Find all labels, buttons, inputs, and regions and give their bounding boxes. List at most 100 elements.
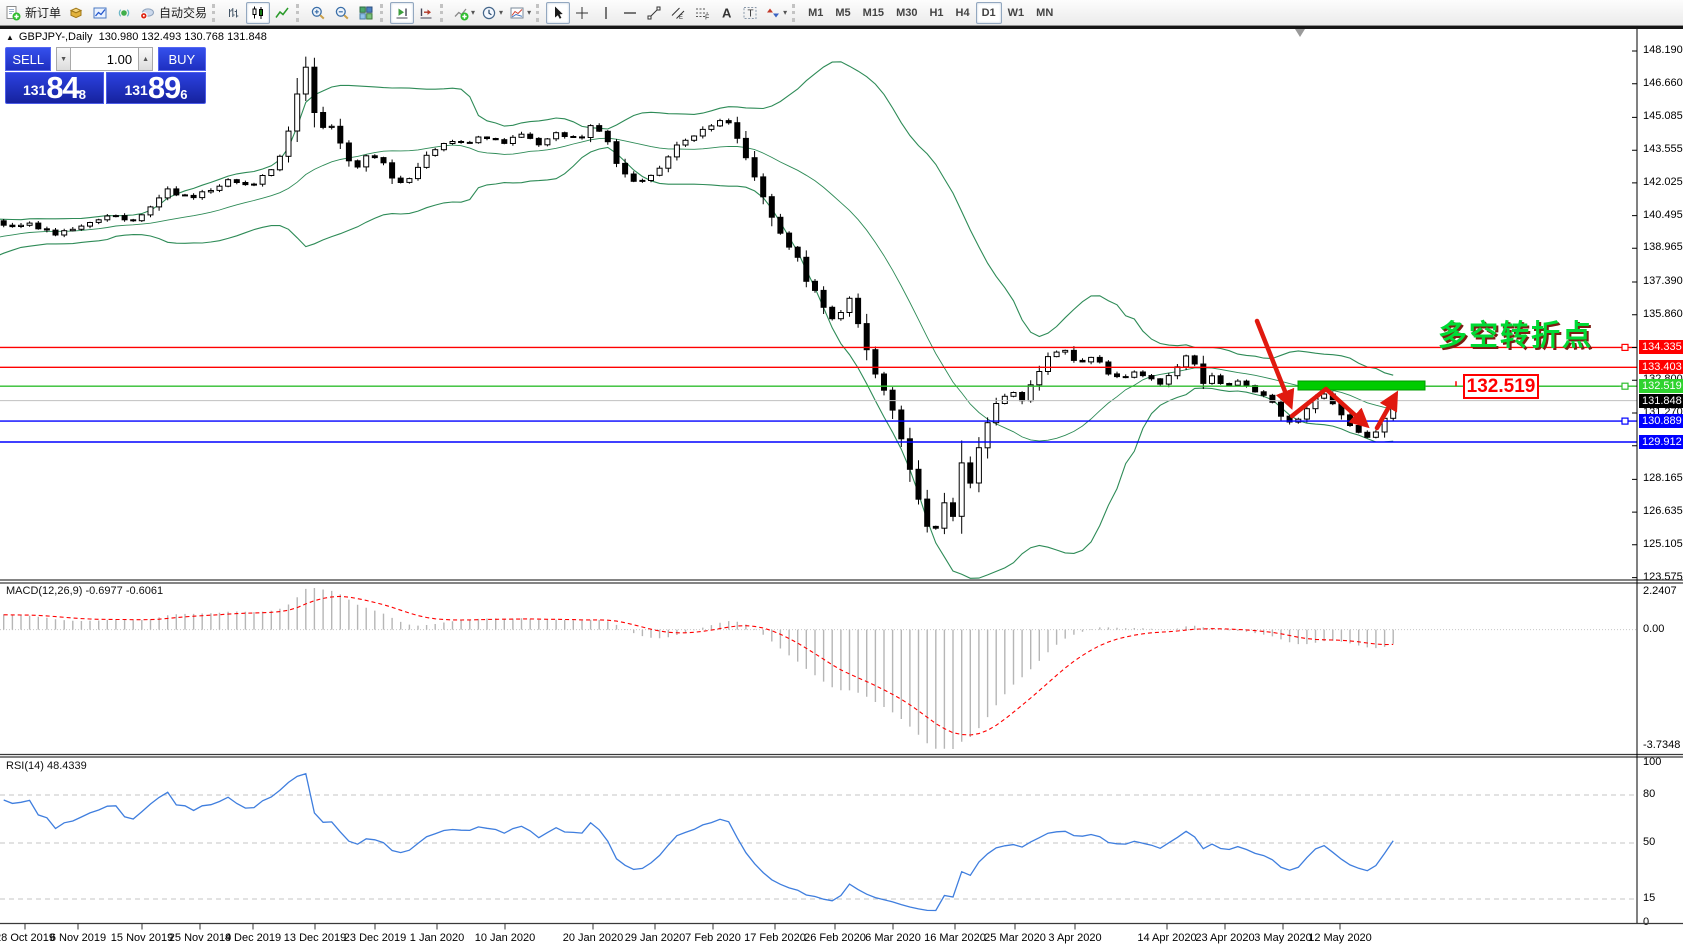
bars-icon [229, 7, 239, 18]
sell-price-prefix: 131 [22, 82, 47, 98]
signals-button[interactable] [112, 2, 136, 24]
candles [0, 56, 1397, 535]
symbols-button[interactable] [64, 2, 88, 24]
horizontal-line-button[interactable] [618, 2, 642, 24]
horizontal-level-lines[interactable] [0, 343, 1637, 443]
text-button[interactable] [714, 2, 738, 24]
timeframe-m1[interactable]: M1 [802, 2, 829, 24]
autoscroll-icon [395, 7, 409, 19]
chart-ohlc-values: 130.980 132.493 130.768 131.848 [98, 31, 267, 43]
auto-scroll-button[interactable] [390, 1, 415, 24]
zoom-out-button[interactable] [330, 2, 354, 24]
buy-price-big: 89 [147, 72, 181, 104]
application-window: E F A T 新订单自动交易▾▾▾▾M1M5M15M30H1H4D1W1MN … [0, 0, 1683, 949]
bar-chart-button[interactable] [222, 2, 246, 24]
shift-icon [419, 7, 433, 19]
zoomin-icon [311, 5, 325, 20]
volume-decrease-button[interactable]: ▼ [56, 47, 72, 71]
tile-icon [359, 6, 373, 19]
volume-input[interactable] [71, 47, 139, 71]
rsi-indicator-label: RSI(14) 48.4339 [6, 760, 87, 772]
volume-increase-button[interactable]: ▲ [138, 47, 154, 71]
template-icon [510, 7, 524, 18]
timeframe-m5[interactable]: M5 [829, 2, 856, 24]
timeframe-m15-label: M15 [862, 6, 885, 19]
candlestick-chart-button[interactable] [246, 1, 271, 24]
sell-price[interactable]: 131 84 8 [5, 72, 104, 104]
timeframe-w1-label: W1 [1007, 6, 1025, 19]
sell-price-sup: 8 [78, 87, 87, 102]
neworder-icon [6, 5, 21, 21]
fibonacci-button[interactable] [690, 2, 714, 24]
turning-point-annotation[interactable]: 多空转折点 [1438, 312, 1593, 354]
timeframe-m1-label: M1 [808, 6, 824, 19]
new-order-button[interactable]: 新订单 [2, 2, 64, 24]
candles-icon [252, 5, 264, 19]
timeframe-mn-label: MN [1036, 6, 1054, 19]
text-label-button[interactable] [738, 2, 762, 24]
trendline-button[interactable] [642, 2, 666, 24]
red-arrow-zigzag[interactable] [1289, 386, 1370, 429]
crosshair-button[interactable] [570, 2, 594, 24]
periods-button[interactable]: ▾ [478, 2, 506, 24]
zoomout-icon [335, 5, 349, 20]
timeframe-m30[interactable]: M30 [890, 2, 923, 24]
toolbar-separator [536, 3, 544, 22]
buy-price-sup: 6 [180, 87, 188, 102]
chart-symbol-period: GBPJPY-,Daily [18, 31, 93, 43]
tile-windows-button[interactable] [354, 2, 378, 24]
indicators-button[interactable]: ▾ [450, 2, 478, 24]
zoom-in-button[interactable] [306, 2, 330, 24]
templates-button[interactable]: ▾ [506, 2, 534, 24]
level-price-label[interactable]: 132.519 [1463, 374, 1539, 399]
timeframe-m15[interactable]: M15 [857, 2, 890, 24]
autotrading-button-label: 自动交易 [159, 6, 208, 20]
price-line-label: 134.335 [1639, 340, 1683, 355]
line-chart-button[interactable] [270, 2, 294, 24]
price-line-label: 132.519 [1639, 379, 1683, 394]
toolbar: 新订单 自动交易 ▾ ▾ ▾ ▾ M1 M5 M15 M30 H1 H4 D1 W1 MN [0, 0, 1683, 26]
buy-price[interactable]: 131 89 6 [106, 72, 206, 104]
toolbar-separator [440, 3, 448, 22]
timeframe-w1[interactable]: W1 [1002, 2, 1031, 24]
timeframe-m30-label: M30 [896, 6, 918, 19]
scroll-to-end-marker[interactable] [1295, 29, 1305, 37]
price-line-label: 129.912 [1639, 435, 1683, 449]
tline-icon [647, 6, 661, 19]
cursor-button[interactable] [546, 1, 571, 24]
timeframe-mn[interactable]: MN [1030, 2, 1059, 24]
timeframe-h4-label: H4 [955, 6, 970, 19]
chart-window-button[interactable] [88, 2, 112, 24]
price-line-label: 130.889 [1639, 414, 1683, 429]
buy-button[interactable]: BUY [157, 47, 206, 71]
vertical-line-button[interactable] [594, 2, 618, 24]
toolbar-separator [296, 3, 304, 22]
arrows-button[interactable]: ▾ [762, 2, 790, 24]
linechart-icon [275, 6, 289, 18]
chart-title: ▲ GBPJPY-,Daily 130.980 132.493 130.768 1… [6, 31, 267, 43]
hline-icon [623, 11, 637, 14]
price-line-label: 133.403 [1639, 360, 1683, 375]
chart-window-border [0, 26, 1683, 29]
labelT-icon [743, 6, 757, 20]
green-level-bar[interactable] [1297, 380, 1426, 391]
cloud-icon [140, 7, 155, 19]
autotrading-button[interactable]: 自动交易 [136, 2, 210, 24]
dropdown-caret-icon: ▾ [471, 8, 476, 17]
toolbar-separator [792, 3, 800, 22]
clock-icon [482, 6, 496, 19]
new-order-button-label: 新订单 [25, 6, 62, 20]
sell-button[interactable]: SELL [5, 47, 52, 71]
timeframe-d1[interactable]: D1 [975, 1, 1002, 24]
textA-icon [722, 5, 733, 20]
rsi-pane [0, 772, 1637, 912]
timeframe-h1[interactable]: H1 [923, 2, 949, 24]
equidistant-channel-button[interactable] [666, 2, 690, 24]
chart-canvas[interactable] [0, 0, 1683, 949]
timeframe-h4[interactable]: H4 [950, 2, 976, 24]
chart-shift-button[interactable] [414, 2, 438, 24]
timeframe-h1-label: H1 [929, 6, 944, 19]
macd-signal-line [3, 595, 1394, 736]
panel-collapse-icon[interactable]: ▲ [6, 33, 14, 42]
bluechart-icon [93, 6, 107, 19]
